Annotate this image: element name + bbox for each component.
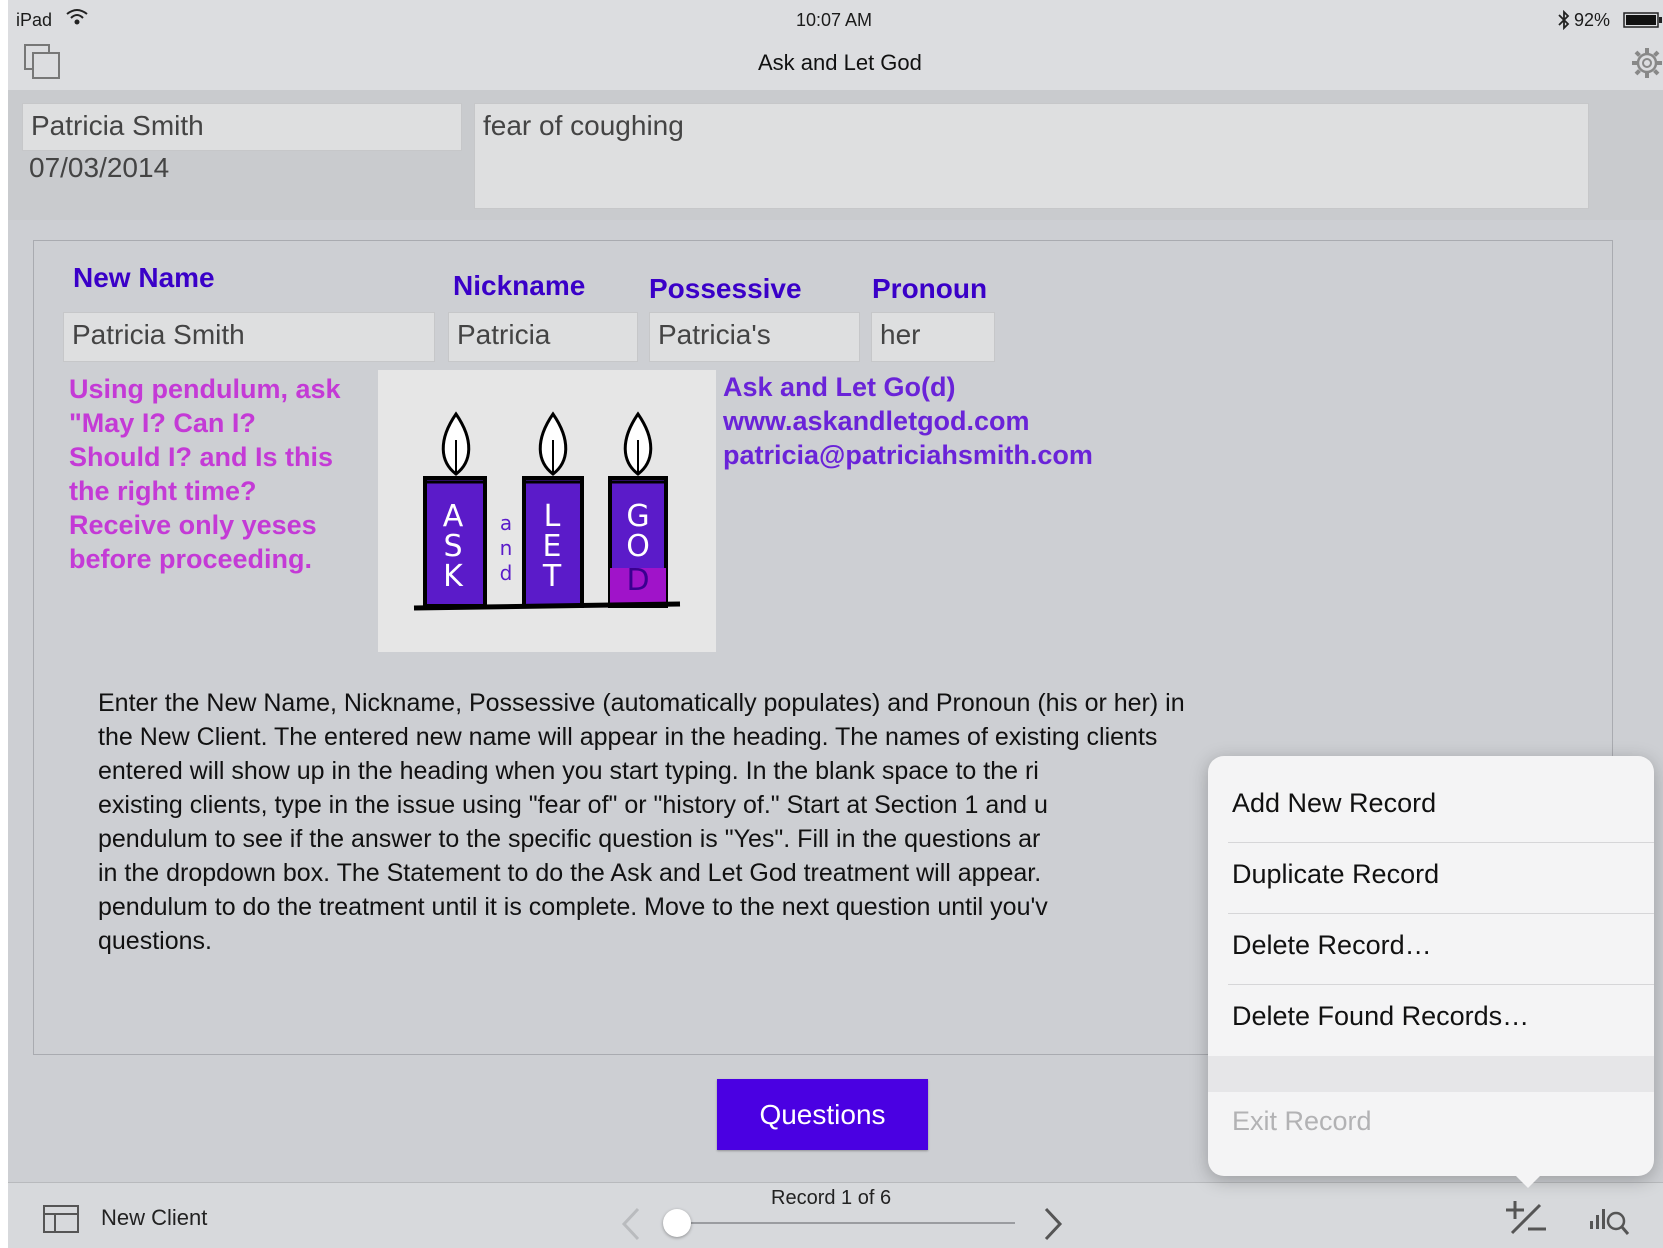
possessive-label: Possessive [649, 273, 802, 304]
instructions-line: Enter the New Name, Nickname, Possessive… [98, 689, 1185, 717]
add-delete-record-icon[interactable] [1504, 1197, 1548, 1242]
menu-group-gap [1208, 1056, 1654, 1092]
logo-letter: K [443, 559, 464, 594]
logo-letter: T [542, 559, 562, 594]
device-label: iPad [16, 10, 53, 30]
possessive-field[interactable]: Patricia's [649, 312, 860, 362]
duplicate-record-item[interactable]: Duplicate Record [1232, 859, 1654, 890]
record-slider-track[interactable] [670, 1222, 1015, 1224]
pendulum-note-line: "May I? Can I? [69, 408, 256, 438]
add-new-record-item[interactable]: Add New Record [1232, 788, 1654, 819]
nickname-label: Nickname [453, 270, 586, 301]
record-date[interactable]: 07/03/2014 [29, 152, 169, 184]
pendulum-note-line: before proceeding. [69, 544, 313, 574]
contact-name: Ask and Let Go(d) [723, 372, 956, 402]
pronoun-field[interactable]: her [871, 312, 995, 362]
logo-letter: O [626, 529, 650, 564]
menu-divider [1228, 984, 1654, 985]
wifi-icon [66, 8, 88, 31]
contact-email[interactable]: patricia@patriciahsmith.com [723, 438, 1093, 472]
layout-icon[interactable] [43, 1205, 79, 1238]
menu-divider [1228, 842, 1654, 843]
contact-website[interactable]: www.askandletgod.com [723, 404, 1093, 438]
records-menu: Add New Record Duplicate Record Delete R… [1208, 756, 1654, 1176]
previous-record-icon[interactable] [620, 1207, 642, 1246]
battery-icon [1623, 12, 1663, 33]
gear-icon[interactable] [1630, 46, 1663, 85]
battery-percent: 92% [1574, 10, 1611, 30]
contact-info: Ask and Let Go(d) www.askandletgod.com p… [723, 370, 1093, 472]
bluetooth-icon [1557, 9, 1571, 35]
instructions-line: the New Client. The entered new name wil… [98, 723, 1158, 751]
app-title: Ask and Let God [758, 50, 922, 75]
pendulum-note: Using pendulum, ask "May I? Can I? Shoul… [69, 372, 369, 576]
client-name-field[interactable]: Patricia Smith [22, 103, 462, 151]
logo-letter: D [626, 563, 649, 598]
title-bar: iPad 10:07 AM 92% Ask and Let God [8, 0, 1663, 91]
pendulum-note-line: the right time? [69, 476, 257, 506]
candles-logo: A S K L E T G O D a n d [378, 370, 716, 652]
new-name-field[interactable]: Patricia Smith [63, 312, 435, 362]
popover-arrow [1512, 1172, 1544, 1188]
logo-letter: n [500, 536, 513, 560]
logo-letter: d [500, 561, 513, 585]
bottom-toolbar: New Client Record 1 of 6 [8, 1182, 1663, 1248]
record-slider-thumb[interactable] [663, 1209, 691, 1237]
next-record-icon[interactable] [1042, 1207, 1064, 1246]
find-icon[interactable] [1588, 1201, 1630, 1242]
pendulum-note-line: Receive only yeses [69, 510, 317, 540]
delete-record-item[interactable]: Delete Record… [1232, 930, 1654, 961]
window-icon[interactable] [24, 44, 62, 85]
delete-found-records-item[interactable]: Delete Found Records… [1232, 1001, 1654, 1032]
pendulum-note-line: Using pendulum, ask [69, 374, 341, 404]
new-name-label: New Name [73, 262, 215, 293]
pronoun-label: Pronoun [872, 273, 988, 304]
pendulum-note-line: Should I? and Is this [69, 442, 334, 472]
nickname-field[interactable]: Patricia [448, 312, 638, 362]
record-status: Record 1 of 6 [771, 1187, 892, 1209]
issue-field[interactable]: fear of coughing [474, 103, 1589, 209]
layout-name[interactable]: New Client [101, 1205, 207, 1231]
questions-button[interactable]: Questions [717, 1079, 928, 1150]
menu-divider [1228, 913, 1654, 914]
exit-record-item: Exit Record [1232, 1106, 1372, 1136]
logo-letter: a [500, 511, 512, 535]
clock: 10:07 AM [796, 10, 873, 30]
